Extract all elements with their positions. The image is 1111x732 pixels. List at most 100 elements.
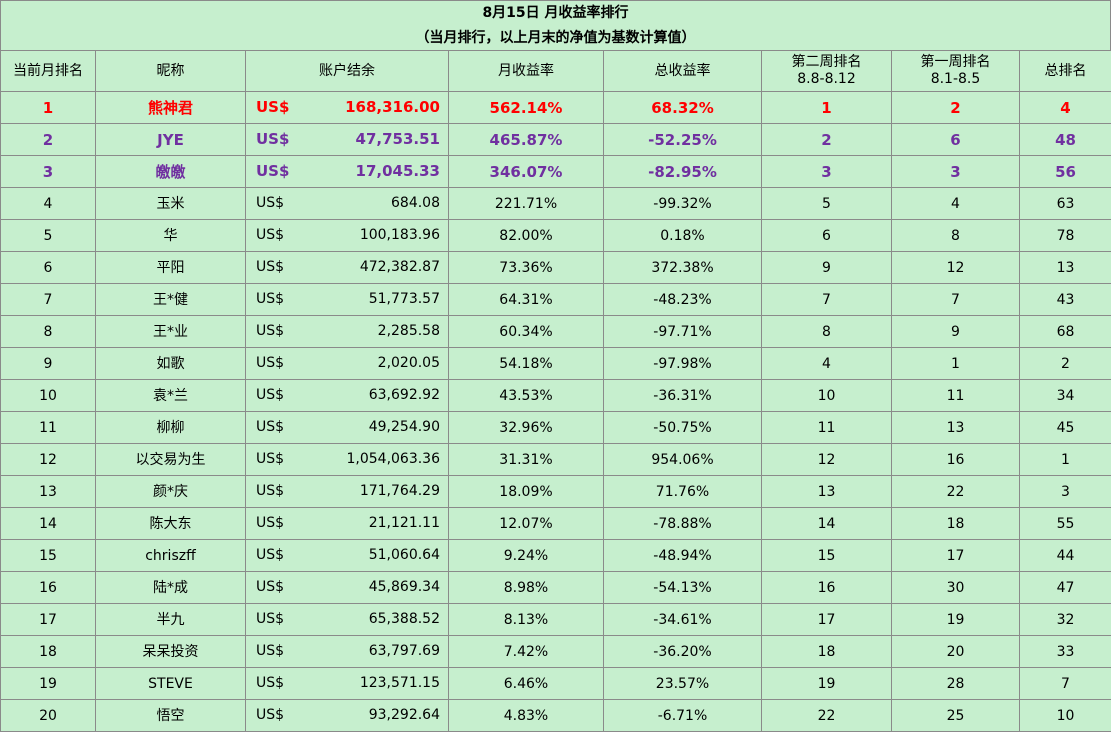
table-row: 4 玉米 US$ 684.08 221.71% -99.32% 5 4 63 (1, 188, 1111, 220)
header-week2-range: 8.8-8.12 (762, 71, 891, 88)
cell-rank: 19 (1, 668, 96, 700)
cell-week2-rank: 15 (762, 540, 892, 572)
cell-name: 王*健 (96, 284, 246, 316)
cell-rank: 5 (1, 220, 96, 252)
cell-week1-rank: 9 (892, 316, 1020, 348)
cell-overall-rank: 43 (1020, 284, 1111, 316)
cell-amount: 1,054,063.36 (346, 444, 440, 474)
header-overall: 总排名 (1020, 51, 1111, 92)
cell-currency: US$ (256, 540, 284, 570)
cell-overall-rank: 45 (1020, 412, 1111, 444)
cell-monthly-return: 8.13% (449, 604, 604, 636)
cell-total-return: -48.94% (604, 540, 762, 572)
cell-week1-rank: 18 (892, 508, 1020, 540)
cell-week2-rank: 14 (762, 508, 892, 540)
cell-balance: US$ 63,692.92 (246, 380, 449, 412)
cell-week2-rank: 18 (762, 636, 892, 668)
cell-name: 如歌 (96, 348, 246, 380)
cell-balance: US$ 2,020.05 (246, 348, 449, 380)
cell-week1-rank: 13 (892, 412, 1020, 444)
cell-total-return: -54.13% (604, 572, 762, 604)
cell-week2-rank: 5 (762, 188, 892, 220)
table-row: 6 平阳 US$ 472,382.87 73.36% 372.38% 9 12 … (1, 252, 1111, 284)
cell-balance: US$ 65,388.52 (246, 604, 449, 636)
cell-balance: US$ 17,045.33 (246, 156, 449, 188)
cell-balance: US$ 63,797.69 (246, 636, 449, 668)
cell-name: 熊神君 (96, 92, 246, 124)
cell-week2-rank: 4 (762, 348, 892, 380)
cell-amount: 47,753.51 (356, 124, 440, 154)
cell-name: JYE (96, 124, 246, 156)
cell-week2-rank: 17 (762, 604, 892, 636)
cell-name: 柳柳 (96, 412, 246, 444)
cell-amount: 2,020.05 (378, 348, 440, 378)
cell-week1-rank: 8 (892, 220, 1020, 252)
cell-monthly-return: 346.07% (449, 156, 604, 188)
cell-week2-rank: 19 (762, 668, 892, 700)
cell-overall-rank: 4 (1020, 92, 1111, 124)
cell-currency: US$ (256, 92, 289, 122)
cell-currency: US$ (256, 412, 284, 442)
cell-name: 王*业 (96, 316, 246, 348)
table-row: 3 皦皦 US$ 17,045.33 346.07% -82.95% 3 3 5… (1, 156, 1111, 188)
cell-total-return: -48.23% (604, 284, 762, 316)
cell-balance: US$ 51,060.64 (246, 540, 449, 572)
cell-week2-rank: 7 (762, 284, 892, 316)
cell-amount: 45,869.34 (369, 572, 440, 602)
cell-monthly-return: 12.07% (449, 508, 604, 540)
cell-currency: US$ (256, 700, 284, 730)
cell-currency: US$ (256, 572, 284, 602)
page-title: 8月15日 月收益率排行 (1, 1, 1110, 26)
cell-total-return: -34.61% (604, 604, 762, 636)
header-monthly-return: 月收益率 (449, 51, 604, 92)
cell-week1-rank: 6 (892, 124, 1020, 156)
cell-rank: 3 (1, 156, 96, 188)
cell-total-return: -82.95% (604, 156, 762, 188)
cell-week2-rank: 16 (762, 572, 892, 604)
table-row: 20 悟空 US$ 93,292.64 4.83% -6.71% 22 25 1… (1, 700, 1111, 732)
cell-overall-rank: 32 (1020, 604, 1111, 636)
cell-name: 半九 (96, 604, 246, 636)
cell-balance: US$ 100,183.96 (246, 220, 449, 252)
cell-currency: US$ (256, 636, 284, 666)
cell-overall-rank: 2 (1020, 348, 1111, 380)
cell-amount: 2,285.58 (378, 316, 440, 346)
cell-total-return: 0.18% (604, 220, 762, 252)
cell-amount: 21,121.11 (369, 508, 440, 538)
cell-balance: US$ 21,121.11 (246, 508, 449, 540)
cell-total-return: -50.75% (604, 412, 762, 444)
ranking-sheet: 8月15日 月收益率排行 （当月排行，以上月末的净值为基数计算值） 当前月排名 … (0, 0, 1111, 731)
cell-currency: US$ (256, 156, 289, 186)
table-row: 18 呆呆投资 US$ 63,797.69 7.42% -36.20% 18 2… (1, 636, 1111, 668)
table-row: 19 STEVE US$ 123,571.15 6.46% 23.57% 19 … (1, 668, 1111, 700)
cell-balance: US$ 47,753.51 (246, 124, 449, 156)
cell-balance: US$ 2,285.58 (246, 316, 449, 348)
cell-total-return: -97.98% (604, 348, 762, 380)
cell-week2-rank: 22 (762, 700, 892, 732)
cell-week2-rank: 13 (762, 476, 892, 508)
cell-balance: US$ 472,382.87 (246, 252, 449, 284)
cell-total-return: 954.06% (604, 444, 762, 476)
cell-currency: US$ (256, 444, 284, 474)
cell-amount: 17,045.33 (356, 156, 440, 186)
cell-monthly-return: 82.00% (449, 220, 604, 252)
cell-overall-rank: 7 (1020, 668, 1111, 700)
cell-currency: US$ (256, 668, 284, 698)
cell-rank: 9 (1, 348, 96, 380)
cell-currency: US$ (256, 508, 284, 538)
cell-amount: 684.08 (391, 188, 440, 218)
cell-name: 颜*庆 (96, 476, 246, 508)
cell-week2-rank: 1 (762, 92, 892, 124)
table-row: 1 熊神君 US$ 168,316.00 562.14% 68.32% 1 2 … (1, 92, 1111, 124)
table-row: 11 柳柳 US$ 49,254.90 32.96% -50.75% 11 13… (1, 412, 1111, 444)
cell-total-return: -99.32% (604, 188, 762, 220)
cell-balance: US$ 93,292.64 (246, 700, 449, 732)
cell-currency: US$ (256, 380, 284, 410)
cell-rank: 1 (1, 92, 96, 124)
cell-overall-rank: 13 (1020, 252, 1111, 284)
header-week2-label: 第二周排名 (762, 54, 891, 71)
cell-week1-rank: 1 (892, 348, 1020, 380)
cell-week1-rank: 22 (892, 476, 1020, 508)
cell-currency: US$ (256, 124, 289, 154)
cell-overall-rank: 78 (1020, 220, 1111, 252)
